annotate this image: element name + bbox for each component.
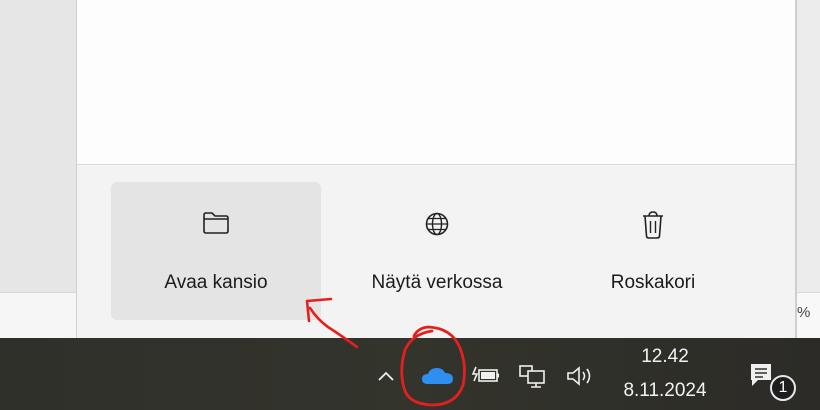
- recycle-bin-button[interactable]: Roskakori: [548, 182, 758, 320]
- flyout-footer: Avaa kansio Näytä verkossa Roskakori: [77, 164, 795, 339]
- window-divider: [796, 0, 797, 338]
- clock-time: 12.42: [641, 346, 689, 367]
- view-online-button[interactable]: Näytä verkossa: [332, 182, 542, 320]
- background-window-left-strip: [0, 292, 76, 339]
- volume-icon[interactable]: [564, 364, 600, 388]
- battery-icon[interactable]: [468, 364, 502, 388]
- trash-icon: [548, 210, 758, 240]
- open-folder-button[interactable]: Avaa kansio: [111, 182, 321, 320]
- network-icon[interactable]: [516, 362, 550, 390]
- open-folder-label: Avaa kansio: [164, 272, 268, 293]
- onedrive-cloud-icon[interactable]: [418, 364, 458, 388]
- notification-badge: 1: [770, 375, 796, 401]
- background-partial-text: %: [797, 304, 811, 321]
- taskbar: 12.42 8.11.2024 1: [0, 338, 820, 410]
- taskbar-clock[interactable]: 12.42 8.11.2024: [606, 340, 724, 402]
- clock-date: 8.11.2024: [623, 380, 707, 401]
- background-window-left: [0, 0, 76, 338]
- view-online-label: Näytä verkossa: [371, 272, 503, 293]
- background-window-right: [796, 0, 820, 338]
- globe-icon: [332, 210, 542, 240]
- folder-icon: [111, 210, 321, 240]
- recycle-bin-label: Roskakori: [610, 272, 696, 293]
- flyout-content-area: [77, 0, 795, 164]
- chevron-up-icon[interactable]: [374, 364, 398, 388]
- onedrive-flyout: Avaa kansio Näytä verkossa Roskakori: [76, 0, 796, 339]
